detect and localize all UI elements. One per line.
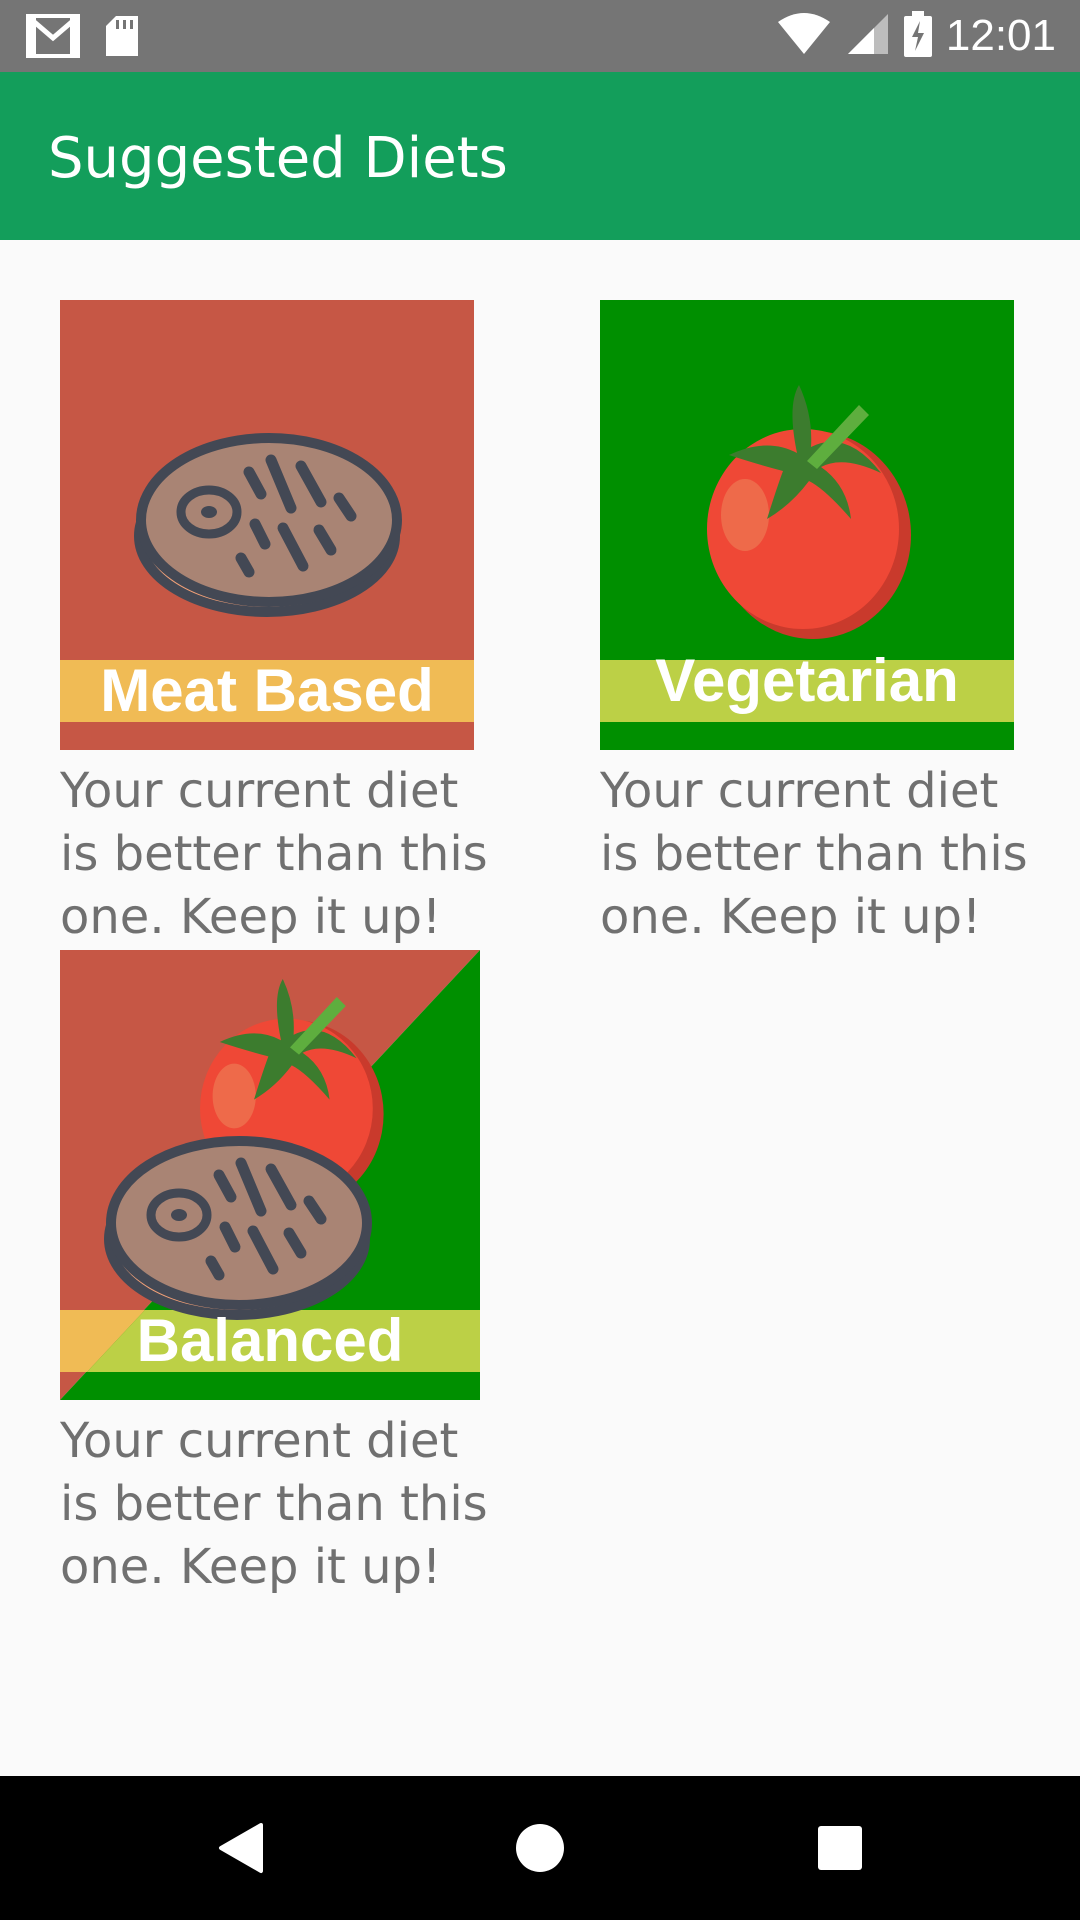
signal-icon [846,12,890,61]
diet-card-vegetarian[interactable]: Vegetarian Your current diet is better t… [600,300,1030,949]
diet-card-meat-based[interactable]: Meat Based Your current diet is better t… [60,300,490,949]
wifi-icon [776,12,832,61]
recents-icon [818,1826,862,1870]
back-icon [219,1823,263,1873]
diet-description: Your current diet is better than this on… [600,763,1028,945]
diet-image-meat-based[interactable]: Meat Based [60,300,474,750]
status-bar: 12:01 [0,0,1080,72]
recents-button[interactable] [780,1776,900,1920]
back-button[interactable] [180,1776,300,1920]
steak-icon [104,1136,372,1320]
diet-description: Your current diet is better than this on… [60,1413,488,1595]
diet-label: Vegetarian [655,647,959,714]
home-button[interactable] [480,1776,600,1920]
sd-card-icon [104,14,140,63]
navigation-bar [0,1776,1080,1920]
home-icon [516,1824,564,1872]
diet-label: Meat Based [100,657,434,724]
app-bar: Suggested Diets [0,72,1080,240]
steak-icon [134,433,402,617]
page-title: Suggested Diets [48,126,508,191]
battery-charging-icon [903,10,932,62]
diet-image-balanced[interactable]: Balanced [60,950,480,1400]
diet-description: Your current diet is better than this on… [60,763,488,945]
status-time: 12:01 [945,11,1056,60]
diet-label: Balanced [136,1307,404,1374]
diet-image-vegetarian[interactable]: Vegetarian [600,300,1014,750]
diet-card-balanced[interactable]: Balanced Your current diet is better tha… [60,950,490,1599]
gmail-icon [26,14,80,63]
